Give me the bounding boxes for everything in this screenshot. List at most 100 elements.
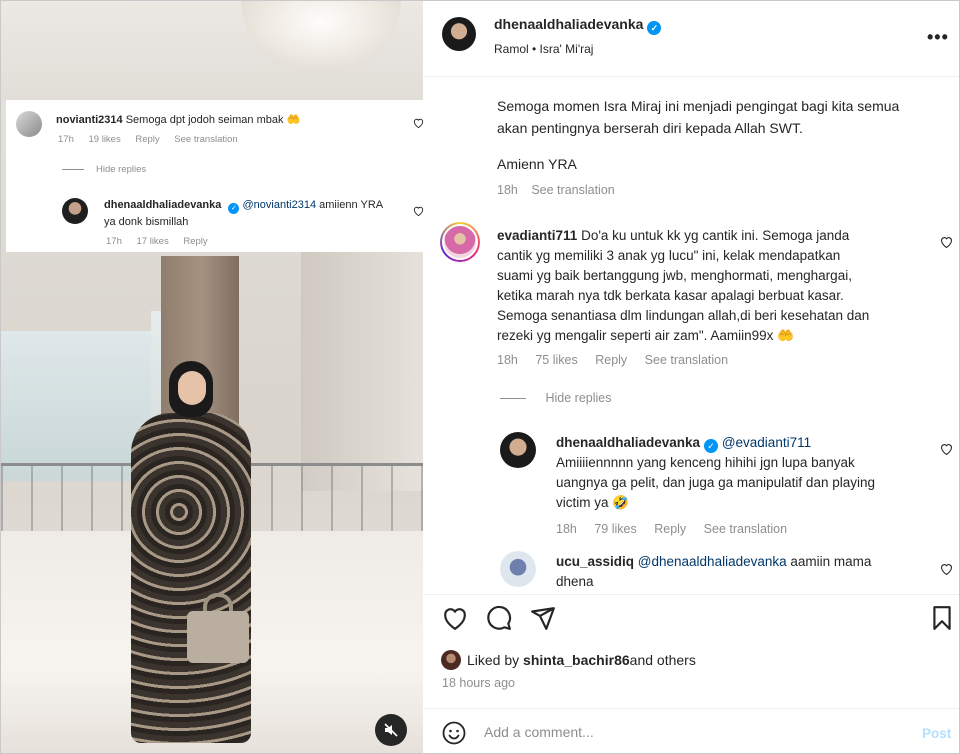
avatar[interactable] bbox=[442, 17, 476, 51]
verified-icon: ✓ bbox=[647, 21, 662, 35]
avatar[interactable] bbox=[500, 432, 536, 468]
mute-button[interactable] bbox=[375, 714, 407, 746]
comment: evadianti711 Do'a ku untuk kk yg cantik … bbox=[497, 226, 927, 346]
comment-emoji: 🤲 bbox=[777, 328, 794, 343]
reply-button[interactable]: Reply bbox=[135, 134, 159, 145]
photo-face bbox=[178, 371, 206, 405]
username-label[interactable]: dhenaaldhaliadevanka bbox=[494, 16, 643, 32]
comment-text: Amiiiiennnnn yang kenceng hihihi jgn lup… bbox=[556, 455, 855, 470]
comment-time: 18h bbox=[556, 522, 577, 536]
emoji-icon[interactable] bbox=[442, 721, 466, 745]
heart-icon[interactable] bbox=[940, 236, 953, 248]
heart-icon[interactable] bbox=[940, 443, 953, 455]
comment-text: Do'a ku untuk kk yg cantik ini. Semoga j… bbox=[577, 228, 850, 243]
comment-username[interactable]: dhenaaldhaliadevanka bbox=[104, 199, 221, 211]
verified-icon: ✓ bbox=[704, 439, 719, 453]
reply-button[interactable]: Reply bbox=[183, 236, 207, 247]
liked-by: Liked by shinta_bachir86 and others bbox=[441, 650, 696, 670]
heart-icon[interactable] bbox=[442, 605, 468, 631]
comment-time: 17h bbox=[106, 236, 122, 247]
post-timestamp[interactable]: 18 hours ago bbox=[442, 676, 515, 690]
photo-person bbox=[131, 361, 251, 751]
comment-text: uangnya ga pelit, dan juga ga manipulati… bbox=[556, 475, 875, 490]
post-button[interactable]: Post bbox=[922, 726, 951, 741]
share-icon[interactable] bbox=[530, 605, 556, 631]
heart-icon[interactable] bbox=[413, 118, 424, 128]
comment-meta: 18h 75 likes Reply See translation bbox=[497, 353, 742, 367]
overlay-reply: dhenaaldhaliadevanka ✓ @novianti2314 ami… bbox=[62, 198, 383, 230]
photo-handbag bbox=[187, 611, 249, 663]
photo-dress bbox=[131, 413, 251, 743]
comment-username[interactable]: novianti2314 bbox=[56, 114, 123, 126]
comment-text: rezeki yg mengalir seperti air zam". Aam… bbox=[497, 328, 774, 343]
comment-text: dhena bbox=[556, 574, 594, 589]
reply-button[interactable]: Reply bbox=[654, 522, 686, 536]
mention-link[interactable]: @dhenaaldhaliadevanka bbox=[638, 554, 787, 569]
liked-by-suffix[interactable]: and others bbox=[630, 652, 696, 668]
avatar[interactable] bbox=[440, 222, 480, 262]
see-translation-link[interactable]: See translation bbox=[645, 353, 728, 367]
liked-by-prefix: Liked by bbox=[467, 652, 520, 668]
comment-text: cantik yg memiliki 3 anak yg lucu" ini, … bbox=[497, 248, 841, 263]
liked-by-user[interactable]: shinta_bachir86 bbox=[523, 652, 630, 668]
heart-icon[interactable] bbox=[940, 563, 953, 575]
reply-button[interactable]: Reply bbox=[595, 353, 627, 367]
hide-replies-label: Hide replies bbox=[96, 164, 147, 175]
more-icon[interactable]: ••• bbox=[927, 27, 949, 48]
comment-likes[interactable]: 19 likes bbox=[89, 134, 121, 145]
comment-username[interactable]: dhenaaldhaliadevanka bbox=[556, 435, 700, 450]
comment-username[interactable]: ucu_assidiq bbox=[556, 554, 634, 569]
caption-time: 18h bbox=[497, 183, 518, 197]
hide-replies-toggle[interactable]: Hide replies bbox=[62, 164, 158, 175]
post-header: dhenaaldhaliadevanka ✓ Ramol • Isra' Mi'r… bbox=[424, 1, 959, 77]
overlay-comment-card: novianti2314 Semoga dpt jodoh seiman mba… bbox=[6, 100, 428, 252]
hide-replies-toggle[interactable]: Hide replies bbox=[500, 391, 612, 405]
comment-text: Semoga dpt jodoh seiman mbak bbox=[125, 114, 284, 126]
comment-likes[interactable]: 17 likes bbox=[137, 236, 169, 247]
mute-icon bbox=[384, 723, 398, 737]
photo-window bbox=[1, 331, 151, 481]
comment-text: ketika marah nya tdk berkata kasar apala… bbox=[497, 288, 844, 303]
post-actions bbox=[424, 594, 959, 638]
comment-emoji: 🤲 bbox=[286, 114, 301, 126]
hide-replies-label: Hide replies bbox=[545, 391, 612, 405]
caption-line: akan pentingnya berserah diri kepada All… bbox=[497, 120, 803, 136]
post-location[interactable]: Ramol • Isra' Mi'raj bbox=[494, 42, 593, 56]
comment-emoji: 🤣 bbox=[612, 495, 630, 510]
comment-text: suami yg baik bertanggung jwb, menghorma… bbox=[497, 268, 852, 283]
caption-line: Amienn YRA bbox=[497, 156, 577, 172]
photo-wall bbox=[301, 251, 423, 491]
add-comment-bar: Post bbox=[424, 708, 959, 753]
see-translation-link[interactable]: See translation bbox=[531, 183, 614, 197]
comment-likes[interactable]: 79 likes bbox=[594, 522, 636, 536]
comment-text: victim ya bbox=[556, 495, 609, 510]
comment-reply: ucu_assidiq @dhenaaldhaliadevanka aamiin… bbox=[556, 552, 926, 592]
comment-time: 17h bbox=[58, 134, 74, 145]
comment-text: Semoga senantiasa dlm lindungan allah,di… bbox=[497, 308, 870, 323]
comment-text: amiienn YRA bbox=[316, 199, 384, 211]
comment-meta: 18h 79 likes Reply See translation bbox=[556, 522, 801, 536]
comment-likes[interactable]: 75 likes bbox=[535, 353, 577, 367]
comment-meta: 17h 19 likes Reply See translation bbox=[58, 134, 250, 145]
avatar[interactable] bbox=[441, 650, 461, 670]
comment-text: ya donk bismillah bbox=[104, 216, 189, 228]
comment-icon[interactable] bbox=[486, 605, 512, 631]
caption-line: Semoga momen Isra Miraj ini menjadi peng… bbox=[497, 98, 900, 114]
mention-link[interactable]: @novianti2314 bbox=[243, 199, 317, 211]
comment-time: 18h bbox=[497, 353, 518, 367]
avatar[interactable] bbox=[16, 111, 42, 137]
bookmark-icon[interactable] bbox=[929, 605, 955, 631]
comment-username[interactable]: evadianti711 bbox=[497, 228, 577, 243]
see-translation-link[interactable]: See translation bbox=[704, 522, 787, 536]
comment-input[interactable] bbox=[484, 719, 884, 745]
avatar[interactable] bbox=[500, 551, 536, 587]
comment-meta: 17h 17 likes Reply bbox=[106, 236, 220, 247]
comment-reply: dhenaaldhaliadevanka ✓ @evadianti711 Amii… bbox=[556, 433, 926, 513]
comment-text: aamiin mama bbox=[786, 554, 872, 569]
see-translation-link[interactable]: See translation bbox=[174, 134, 237, 145]
mention-link[interactable]: @evadianti711 bbox=[722, 435, 811, 450]
avatar[interactable] bbox=[62, 198, 88, 224]
heart-icon[interactable] bbox=[413, 206, 424, 216]
post-caption: Semoga momen Isra Miraj ini menjadi peng… bbox=[497, 95, 927, 175]
post-author[interactable]: dhenaaldhaliadevanka ✓ bbox=[494, 16, 662, 35]
